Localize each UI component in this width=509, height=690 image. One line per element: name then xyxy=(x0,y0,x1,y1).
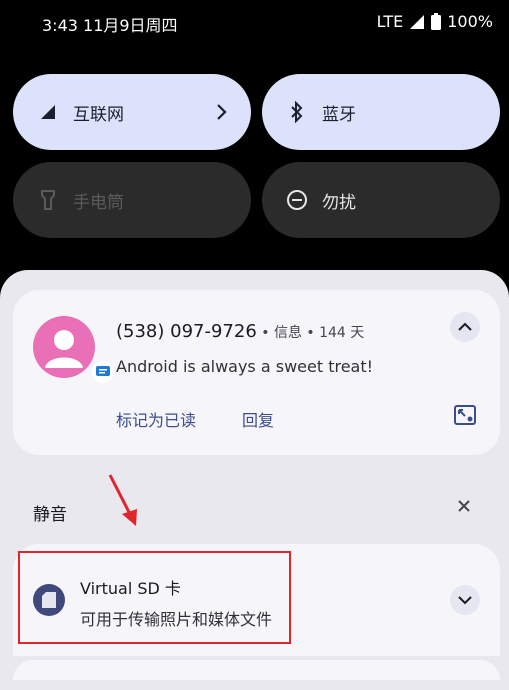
dnd-label: 勿扰 xyxy=(322,192,356,213)
message-badge-icon xyxy=(92,361,114,383)
avatar xyxy=(33,316,95,378)
sms-notification-card[interactable]: (538) 097-9726 • 信息 • 144 天 Android is a… xyxy=(13,290,500,455)
annotation-highlight-box xyxy=(18,551,291,644)
chevron-up-icon xyxy=(458,322,472,331)
do-not-disturb-icon xyxy=(286,189,308,211)
bluetooth-label: 蓝牙 xyxy=(322,104,356,125)
annotation-arrow xyxy=(108,474,137,526)
bubble-icon xyxy=(454,405,476,425)
expand-button[interactable] xyxy=(450,585,480,615)
bubble-button[interactable] xyxy=(454,405,476,429)
dnd-tile[interactable]: 勿扰 xyxy=(262,162,500,238)
collapse-button[interactable] xyxy=(450,312,480,342)
status-bar: 3:43 11月9日周四 LTE 100% xyxy=(0,0,509,46)
chevron-right-icon xyxy=(217,104,227,120)
status-time: 3:43 11月9日周四 xyxy=(42,16,178,35)
silent-section-label: 静音 xyxy=(33,505,67,525)
signal-icon xyxy=(410,14,425,29)
reply-button[interactable]: 回复 xyxy=(242,407,274,431)
sms-message: Android is always a sweet treat! xyxy=(116,357,374,376)
chevron-down-icon xyxy=(458,596,472,605)
sms-meta: • 信息 • 144 天 xyxy=(256,325,365,341)
signal-icon xyxy=(37,101,59,123)
bluetooth-tile[interactable]: 蓝牙 xyxy=(262,74,500,150)
battery-percent: 100% xyxy=(447,12,493,31)
status-indicators: LTE 100% xyxy=(377,12,493,31)
close-icon xyxy=(458,500,470,512)
internet-tile[interactable]: 互联网 xyxy=(13,74,251,150)
battery-icon xyxy=(431,13,442,30)
sms-title-row: (538) 097-9726 • 信息 • 144 天 xyxy=(116,321,364,342)
network-type: LTE xyxy=(376,12,404,31)
next-notification-card[interactable] xyxy=(13,660,500,680)
mark-read-button[interactable]: 标记为已读 xyxy=(116,407,196,431)
sms-sender: (538) 097-9726 xyxy=(116,321,257,342)
flashlight-label: 手电筒 xyxy=(73,192,124,213)
internet-label: 互联网 xyxy=(73,104,124,125)
flashlight-icon xyxy=(37,189,59,211)
bluetooth-icon xyxy=(286,101,308,123)
clear-silent-button[interactable] xyxy=(457,498,471,517)
flashlight-tile[interactable]: 手电筒 xyxy=(13,162,251,238)
